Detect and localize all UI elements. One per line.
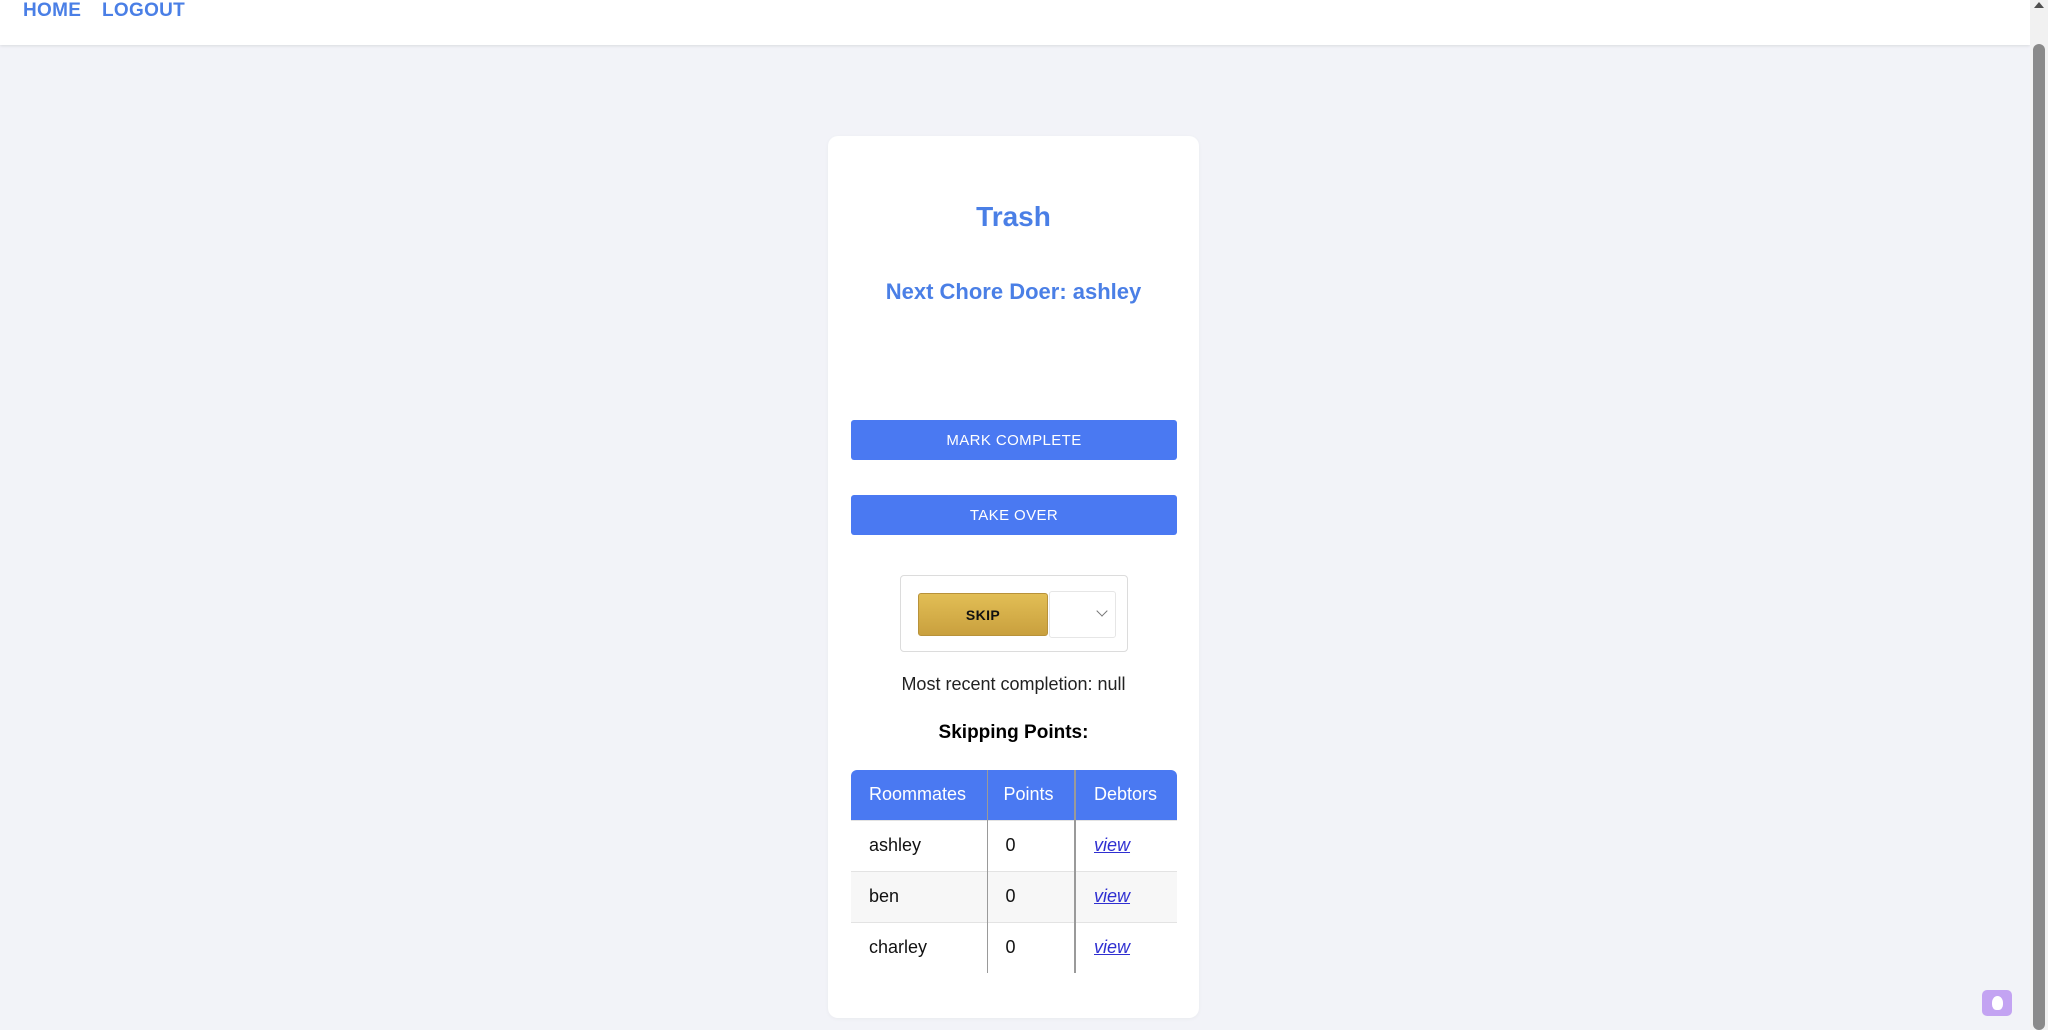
column-header-points: Points (987, 770, 1076, 820)
nav-logout-link[interactable]: LOGOUT (102, 0, 185, 22)
roommate-points: 0 (987, 870, 1076, 922)
column-header-debtors: Debtors (1075, 770, 1177, 820)
next-chore-doer: Next Chore Doer: ashley (885, 279, 1142, 304)
view-debtors-link[interactable]: view (1094, 886, 1130, 906)
nav-home-link[interactable]: HOME (23, 0, 81, 22)
debtors-cell: view (1075, 870, 1177, 922)
debtors-cell: view (1075, 819, 1177, 871)
column-header-roommates: Roommates (851, 770, 988, 820)
view-debtors-link[interactable]: view (1094, 835, 1130, 855)
chevron-down-icon (1096, 605, 1108, 617)
extension-flame-icon (1992, 996, 2003, 1010)
skipping-points-table: Roommates Points Debtors ashley 0 view b… (851, 770, 1177, 973)
recent-completion: Most recent completion: null (901, 674, 1126, 694)
mark-complete-button[interactable]: MARK COMPLETE (851, 420, 1177, 460)
extension-widget[interactable] (1982, 990, 2012, 1016)
top-nav: HOME LOGOUT (0, 0, 2030, 45)
roommate-points: 0 (987, 819, 1076, 871)
roommate-name: ben (851, 870, 988, 922)
debtors-cell: view (1075, 921, 1177, 973)
skip-roommate-select[interactable] (1049, 591, 1116, 638)
roommate-name: ashley (851, 819, 988, 871)
scrollbar-thumb[interactable] (2033, 44, 2045, 1030)
skipping-points-heading: Skipping Points: (938, 722, 1089, 743)
take-over-button[interactable]: TAKE OVER (851, 495, 1177, 535)
page-scrollbar[interactable] (2030, 0, 2048, 1030)
skip-form: SKIP (900, 575, 1128, 652)
table-row: charley 0 view (851, 921, 1177, 973)
roommate-name: charley (851, 921, 988, 973)
table-row: ben 0 view (851, 870, 1177, 922)
roommate-points: 0 (987, 921, 1076, 973)
chore-title: Trash (976, 201, 1051, 232)
scroll-up-arrow-icon[interactable] (2034, 2, 2044, 8)
skip-button[interactable]: SKIP (918, 593, 1048, 636)
table-row: ashley 0 view (851, 819, 1177, 871)
table-header-row: Roommates Points Debtors (851, 770, 1177, 820)
view-debtors-link[interactable]: view (1094, 937, 1130, 957)
